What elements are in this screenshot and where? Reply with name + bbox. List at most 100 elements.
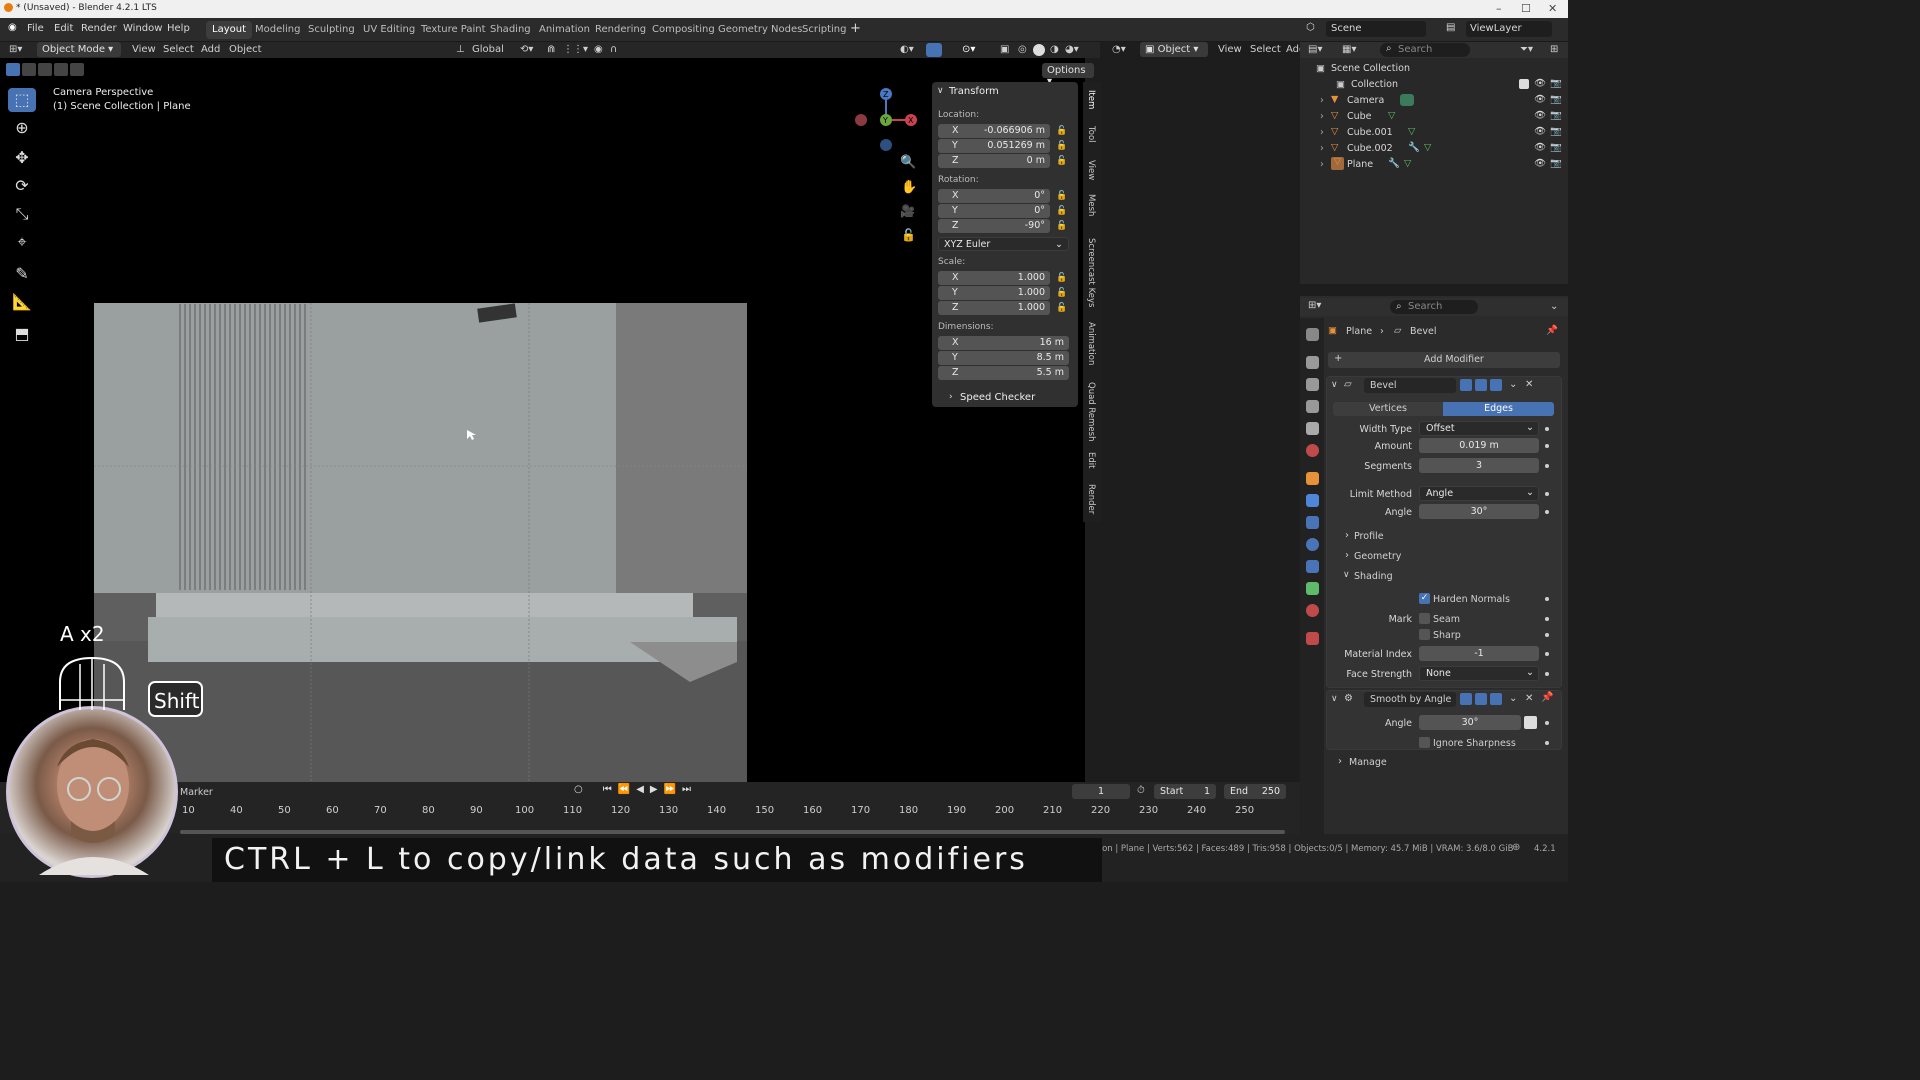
play-reverse-icon[interactable]: ◀ (636, 784, 644, 795)
location-y-field[interactable]: Y 0.051269 m (938, 139, 1050, 153)
lock-icon[interactable]: 🔓 (1056, 126, 1067, 136)
shading-subpanel[interactable]: Shading (1354, 571, 1393, 582)
end-frame-field[interactable]: End 250 (1224, 784, 1286, 799)
tab-render[interactable]: Render (1086, 484, 1096, 514)
outliner-item[interactable]: › ▽ Plane 🔧 ▽ 👁 📷 (1300, 157, 1568, 173)
location-z-field[interactable]: Z 0 m (938, 154, 1050, 168)
width-type-dropdown[interactable]: Offset ⌄ (1419, 421, 1539, 436)
scale-tool-icon[interactable]: ⤡ (8, 202, 36, 226)
overlay-icon[interactable]: ⊙▾ (962, 44, 975, 55)
add-modifier-button[interactable]: + Add Modifier (1328, 352, 1560, 368)
gizmo-toggle-icon[interactable] (926, 43, 942, 57)
options-dropdown[interactable]: Options ▾ (1042, 63, 1094, 87)
jump-end-icon[interactable]: ⏭ (682, 784, 691, 795)
limit-method-dropdown[interactable]: Angle ⌄ (1419, 486, 1539, 501)
camera-render-icon[interactable]: 📷 (1550, 142, 1562, 153)
expand-icon[interactable]: › (949, 392, 953, 402)
tab-compositing[interactable]: Compositing (646, 21, 721, 39)
orientation-dropdown[interactable]: Global (472, 44, 504, 55)
expand-icon[interactable]: › (1345, 530, 1349, 541)
measure-tool-icon[interactable]: 📐 (8, 290, 36, 314)
falloff-icon[interactable]: ∩ (610, 44, 617, 55)
keyframe-dot-icon[interactable] (1545, 617, 1549, 621)
display-mode-icon[interactable]: ▦▾ (1342, 44, 1356, 55)
harden-normals-checkbox[interactable]: ✓ (1419, 593, 1430, 604)
tab-view[interactable]: View (1086, 160, 1096, 180)
object-tab-icon[interactable] (1306, 472, 1319, 485)
navigation-gizmo[interactable]: Z X Y (850, 84, 920, 154)
eye-icon[interactable]: 👁 (1534, 158, 1546, 169)
keyframe-dot-icon[interactable] (1545, 721, 1549, 725)
solid-shading-icon[interactable] (1033, 44, 1045, 56)
physics-tab-icon[interactable] (1306, 538, 1319, 551)
maximize-icon[interactable]: ☐ (1521, 2, 1531, 15)
snap-target-icon[interactable]: ⋮⋮▾ (563, 44, 588, 55)
menu-help[interactable]: Help (167, 23, 190, 34)
expand-icon[interactable]: › (1320, 143, 1324, 154)
transform-orientation-icon[interactable]: ⊥ (456, 44, 465, 55)
scene-tab-icon[interactable] (1306, 422, 1319, 435)
smooth-angle-field[interactable]: 30° (1419, 715, 1521, 730)
tab-tool[interactable]: Tool (1086, 126, 1096, 143)
select-tool-icon[interactable]: ⬚ (8, 88, 36, 112)
editor-type-icon[interactable]: ⊞▾ (9, 44, 22, 55)
outliner-root[interactable]: ▣ Scene Collection (1300, 61, 1568, 77)
segments-field[interactable]: 3 (1419, 458, 1539, 473)
scene-icon[interactable]: ⬡ (1306, 22, 1315, 33)
snap-icon[interactable]: ⋒ (547, 44, 555, 55)
outliner-item[interactable]: › ▽ Cube ▽ 👁 📷 (1300, 109, 1568, 125)
wireframe-shading-icon[interactable]: ◎ (1018, 44, 1027, 55)
render-toggle-icon[interactable] (1490, 693, 1502, 705)
close-icon[interactable]: ✕ (1525, 379, 1533, 390)
scale-y-field[interactable]: Y 1.000 (938, 286, 1050, 300)
select-subtract-icon[interactable] (38, 63, 52, 76)
lock-icon[interactable]: 🔓 (1056, 141, 1067, 151)
expand-icon[interactable]: › (1320, 159, 1324, 170)
tab-mesh[interactable]: Mesh (1086, 194, 1096, 216)
view-layer-icon[interactable]: ▤ (1446, 22, 1455, 33)
camera-render-icon[interactable]: 📷 (1550, 94, 1562, 105)
zoom-icon[interactable]: 🔍 (900, 155, 916, 170)
tab-scripting[interactable]: Scripting (796, 21, 852, 39)
world-tab-icon[interactable] (1306, 444, 1319, 457)
rendered-shading-icon[interactable]: ◕▾ (1065, 44, 1079, 55)
dimensions-x-field[interactable]: X 16 m (938, 336, 1069, 350)
rotate-tool-icon[interactable]: ⟳ (8, 174, 36, 198)
tab-layout[interactable]: Layout (206, 21, 252, 39)
chevron-down-icon[interactable]: ⌄ (1509, 379, 1517, 390)
tab-shading[interactable]: Shading (484, 21, 537, 39)
lock-icon[interactable]: 🔓 (1056, 206, 1067, 216)
menu-select-2[interactable]: Select (1250, 44, 1281, 55)
select-extend-icon[interactable] (22, 63, 36, 76)
viewport-toggle-icon[interactable] (1475, 693, 1487, 705)
menu-view-2[interactable]: View (1218, 44, 1242, 55)
clock-icon[interactable]: ⏱ (1137, 785, 1145, 796)
keyframe-dot-icon[interactable] (1545, 492, 1549, 496)
particles-tab-icon[interactable] (1306, 516, 1319, 529)
texture-tab-icon[interactable] (1306, 632, 1319, 645)
expand-icon[interactable]: › (1345, 550, 1349, 561)
material-tab-icon[interactable] (1306, 604, 1319, 617)
camera-render-icon[interactable]: 📷 (1550, 158, 1562, 169)
transform-tool-icon[interactable]: ⌖ (8, 230, 36, 254)
filter-icon[interactable]: ⏷▾ (1520, 44, 1533, 55)
menu-render[interactable]: Render (81, 23, 117, 34)
tab-texture-paint[interactable]: Texture Paint (415, 21, 492, 39)
viewport-toggle-icon[interactable] (1475, 379, 1487, 391)
expand-icon[interactable]: › (1320, 111, 1324, 122)
rotation-x-field[interactable]: X 0° (938, 189, 1050, 203)
editmode-toggle-icon[interactable] (1460, 693, 1472, 705)
modifier-tab-icon[interactable] (1306, 494, 1319, 507)
jump-start-icon[interactable]: ⏮ (603, 784, 612, 795)
lock-icon[interactable]: 🔓 (1056, 273, 1067, 283)
tab-geometry-nodes[interactable]: Geometry Nodes (712, 21, 808, 39)
camera-view-icon[interactable]: 🎥 (900, 204, 915, 218)
3d-viewport[interactable] (0, 42, 1085, 782)
visibility-icon[interactable]: ◐▾ (900, 44, 914, 55)
minimize-icon[interactable]: – (1496, 2, 1502, 15)
outliner-item[interactable]: › ▽ Cube.002 🔧 ▽ 👁 📷 (1300, 141, 1568, 157)
move-tool-icon[interactable]: ✥ (8, 146, 36, 170)
select-box-icon[interactable] (6, 63, 20, 76)
tab-screencast-keys[interactable]: Screencast Keys (1086, 238, 1096, 307)
new-collection-icon[interactable]: ⊞ (1550, 44, 1558, 55)
